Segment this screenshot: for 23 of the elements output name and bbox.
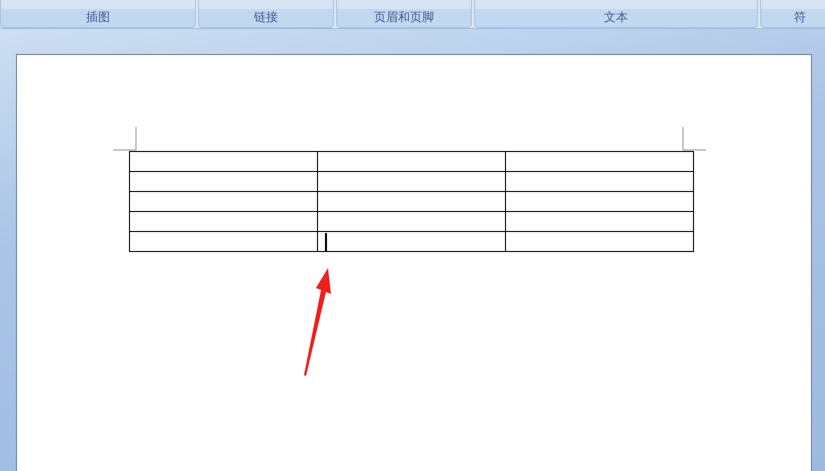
table-cell[interactable] [318,152,506,172]
table-cell[interactable] [506,212,694,232]
table-cell[interactable] [318,172,506,192]
table-cell[interactable] [318,192,506,212]
table-cell[interactable] [506,172,694,192]
margin-corner-mark [113,127,137,151]
table-cell[interactable] [506,232,694,252]
table-cell[interactable] [506,192,694,212]
table-cell[interactable] [130,152,318,172]
table-cell[interactable] [130,232,318,252]
text-cursor [325,232,327,250]
group-label: 文本 [604,10,628,24]
table-cell[interactable] [130,172,318,192]
table-cell[interactable] [318,212,506,232]
table-cell[interactable] [506,152,694,172]
group-label: 链接 [254,10,278,24]
group-label: 插图 [86,10,110,24]
table-cell[interactable] [130,212,318,232]
table-cell[interactable] [318,232,506,252]
group-label: 符 [794,10,806,24]
margin-corner-mark [682,127,706,151]
group-label: 页眉和页脚 [374,10,434,24]
table-cell[interactable] [130,192,318,212]
